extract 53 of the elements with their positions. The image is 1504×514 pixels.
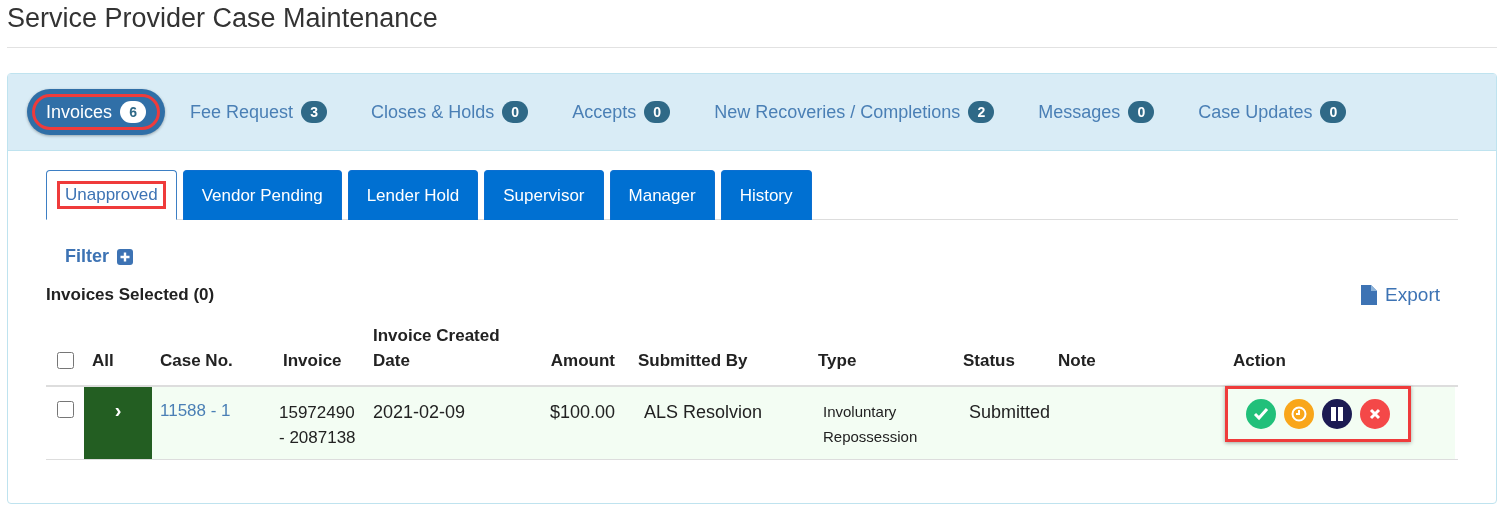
column-header: Invoice — [282, 350, 343, 372]
table-cell: Submitted — [955, 387, 1050, 459]
table-cell: ALS Resolvion — [630, 387, 810, 459]
column-header: Case No. — [159, 350, 234, 372]
main-tab[interactable]: Invoices 6 — [27, 89, 166, 135]
column-header: Type — [817, 350, 858, 372]
check-icon — [1253, 407, 1269, 421]
column-header: Action — [1232, 350, 1287, 372]
clock-icon — [1291, 406, 1307, 422]
page-title: Service Provider Case Maintenance — [7, 0, 1497, 48]
table-cell: 2021-02-09 — [365, 387, 525, 459]
main-tab[interactable]: Case Updates 0 — [1179, 89, 1366, 135]
column-header: All — [91, 350, 115, 372]
select-all-checkbox[interactable] — [57, 352, 74, 369]
main-tab[interactable]: New Recoveries / Completions 2 — [695, 89, 1014, 135]
selection-summary: Invoices Selected (0) — [46, 285, 215, 305]
plus-icon — [117, 248, 133, 265]
count-badge: 0 — [1128, 101, 1155, 123]
sub-tab[interactable]: Vendor Pending — [182, 170, 342, 220]
count-badge: 0 — [644, 101, 671, 123]
table-cell: 15972490 - 2087138 — [275, 387, 365, 459]
main-tab[interactable]: Fee Request 3 — [171, 89, 347, 135]
document-icon — [1361, 285, 1378, 305]
column-header: Invoice Created Date — [372, 325, 501, 372]
export-link[interactable]: Export — [1361, 284, 1440, 306]
filter-button[interactable]: Filter — [65, 246, 133, 267]
count-badge: 0 — [1320, 101, 1347, 123]
close-icon — [1369, 408, 1381, 420]
pause-icon — [1330, 406, 1344, 422]
sub-tab[interactable]: Manager — [609, 170, 715, 220]
column-header: Status — [962, 350, 1016, 372]
sub-tab[interactable]: Unapproved — [46, 170, 177, 220]
hold-button[interactable] — [1322, 399, 1352, 429]
column-header: Amount — [549, 350, 616, 372]
count-badge: 0 — [502, 101, 529, 123]
main-tab[interactable]: Messages 0 — [1019, 89, 1174, 135]
sub-tab[interactable]: History — [720, 170, 812, 220]
main-tab[interactable]: Closes & Holds 0 — [352, 89, 548, 135]
count-badge: 6 — [120, 101, 147, 123]
reject-button[interactable] — [1360, 399, 1390, 429]
expand-button[interactable]: › — [84, 387, 152, 459]
table-cell: $100.00 — [525, 387, 630, 459]
count-badge: 2 — [968, 101, 995, 123]
row-checkbox[interactable] — [57, 401, 74, 418]
case-link[interactable]: 11588 - 1 — [152, 387, 275, 459]
sub-tab[interactable]: Lender Hold — [347, 170, 479, 220]
approve-button[interactable] — [1246, 399, 1276, 429]
table-cell: Involuntary Repossession — [810, 387, 955, 459]
sub-tab[interactable]: Supervisor — [484, 170, 604, 220]
count-badge: 3 — [301, 101, 328, 123]
column-header: Submitted By — [637, 350, 749, 372]
main-tab[interactable]: Accepts 0 — [553, 89, 690, 135]
column-header: Note — [1057, 350, 1097, 372]
